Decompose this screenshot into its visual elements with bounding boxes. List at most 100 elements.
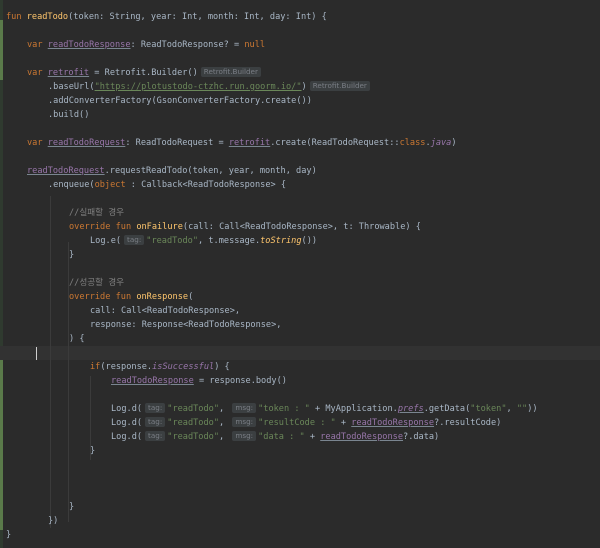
code-text: t.message. (208, 236, 261, 246)
code-line: ) { (69, 332, 85, 346)
current-line-highlight (0, 346, 600, 360)
code-line: readTodoRequest.requestReadTodo(token, y… (27, 164, 317, 178)
code-text: }) (48, 516, 59, 526)
param-hint: msg: (232, 417, 257, 427)
indent-guide (50, 196, 51, 528)
param-hint: msg: (232, 431, 257, 441)
code-text: Log.d( (111, 418, 143, 428)
code-line: .baseUrl("https://plotustodo-ctzhc.run.g… (48, 80, 372, 94)
code-text: ) { (69, 334, 85, 344)
code-text: = response.body() (193, 376, 287, 386)
code-text: ) (301, 82, 307, 92)
variable: readTodoResponse (111, 376, 194, 386)
code-text: : ReadTodoRequest = (125, 138, 229, 148)
code-text: call: Call<ReadTodoResponse>, (90, 306, 241, 316)
text-caret (36, 347, 37, 360)
code-text: (token: String, year: Int, month: Int, d… (68, 12, 327, 22)
param-hint: msg: (232, 403, 257, 413)
string-literal[interactable]: "https://plotustodo-ctzhc.run.goorm.io/" (95, 82, 302, 92)
code-line: Log.d(tag: "readTodo", msg: "data : " + re… (111, 430, 439, 444)
string-literal: "" (516, 404, 528, 414)
keyword: fun (115, 292, 132, 302)
code-line: fun readTodo(token: String, year: Int, m… (6, 10, 327, 24)
code-line: readTodoResponse = response.body() (111, 374, 287, 388)
code-text: (response. (100, 362, 153, 372)
code-text: .requestReadTodo(token, year, month, day… (104, 166, 317, 176)
string-literal: "data : " (258, 432, 305, 442)
string-literal: "token" (470, 404, 507, 414)
code-line: //성공할 경우 (69, 276, 124, 290)
change-marker (0, 350, 3, 530)
string-literal: "readTodo" (167, 418, 220, 428)
variable: readTodoResponse (351, 418, 435, 428)
keyword: if (90, 362, 101, 372)
code-text: , (506, 404, 517, 414)
code-text: = Retrofit.Builder() (89, 68, 198, 78)
code-text: : ReadTodoResponse? = (130, 40, 245, 50)
code-text: .addConverterFactory(GsonConverterFactor… (48, 96, 312, 106)
function-name: readTodo (26, 12, 69, 22)
code-line: } (69, 248, 74, 262)
code-line: override fun onResponse( (69, 290, 193, 304)
function-call: toString (260, 236, 302, 246)
property: prefs (397, 404, 424, 414)
string-literal: "readTodo" (167, 404, 220, 414)
change-marker (0, 20, 3, 80)
code-line: .enqueue(object : Callback<ReadTodoRespo… (48, 178, 286, 192)
code-text: Log.d( (111, 404, 143, 414)
code-line: .build() (48, 108, 89, 122)
param-hint: tag: (124, 235, 145, 245)
code-line: var retrofit = Retrofit.Builder() Retrofi… (27, 66, 263, 80)
code-text: .build() (48, 110, 90, 120)
code-text: } (69, 250, 75, 260)
code-line: response: Response<ReadTodoResponse>, (90, 318, 281, 332)
variable: readTodoRequest (47, 138, 126, 148)
variable: readTodoResponse (320, 432, 404, 442)
code-line: } (90, 444, 95, 458)
code-text: response: Response<ReadTodoResponse>, (90, 320, 282, 330)
variable: retrofit (228, 138, 271, 148)
code-text: } (6, 530, 12, 540)
keyword: class (399, 138, 426, 148)
code-editor[interactable]: fun readTodo(token: String, year: Int, m… (0, 0, 600, 548)
code-text: .enqueue( (48, 180, 95, 190)
string-literal: "readTodo" (167, 432, 220, 442)
keyword: var (27, 138, 43, 148)
code-line: }) (48, 514, 58, 528)
code-line: Log.d(tag: "readTodo", msg: "token : " + M… (111, 402, 538, 416)
comment: //실패할 경우 (69, 208, 125, 218)
code-line: Log.d(tag: "readTodo", msg: "resultCode : … (111, 416, 501, 430)
code-line: .addConverterFactory(GsonConverterFactor… (48, 94, 312, 108)
code-line: if(response.isSuccessful) { (90, 360, 230, 374)
code-text: + MyApplication. (309, 404, 398, 414)
keyword: override (69, 222, 111, 232)
property: java (430, 138, 452, 148)
code-text: : Callback<ReadTodoResponse> { (125, 180, 287, 190)
code-text: Log.d( (111, 432, 143, 442)
code-line: } (69, 500, 74, 514)
code-text: } (69, 502, 75, 512)
code-line: call: Call<ReadTodoResponse>, (90, 304, 240, 318)
code-text: } (90, 446, 96, 456)
keyword: fun (6, 12, 22, 22)
code-text: .create(ReadTodoRequest:: (270, 138, 400, 148)
param-hint: tag: (145, 417, 166, 427)
variable: readTodoResponse (47, 40, 131, 50)
code-line: } (6, 528, 11, 542)
code-text: , (198, 236, 209, 246)
keyword: null (244, 40, 266, 50)
property: isSuccessful (152, 362, 215, 372)
string-literal: "readTodo" (146, 236, 199, 246)
code-text: ) (451, 138, 457, 148)
keyword: var (27, 40, 43, 50)
keyword: override (69, 292, 111, 302)
keyword: object (94, 180, 126, 190)
type-hint: Retrofit.Builder (309, 81, 370, 91)
string-literal: "token : " (258, 404, 310, 414)
variable: retrofit (47, 68, 90, 78)
code-text: (call: Call<ReadTodoResponse>, t: Throwa… (182, 222, 421, 232)
code-line: var readTodoResponse: ReadTodoResponse? … (27, 38, 265, 52)
code-text: .baseUrl( (48, 82, 95, 92)
param-hint: tag: (145, 431, 166, 441)
code-text: , (219, 418, 230, 428)
